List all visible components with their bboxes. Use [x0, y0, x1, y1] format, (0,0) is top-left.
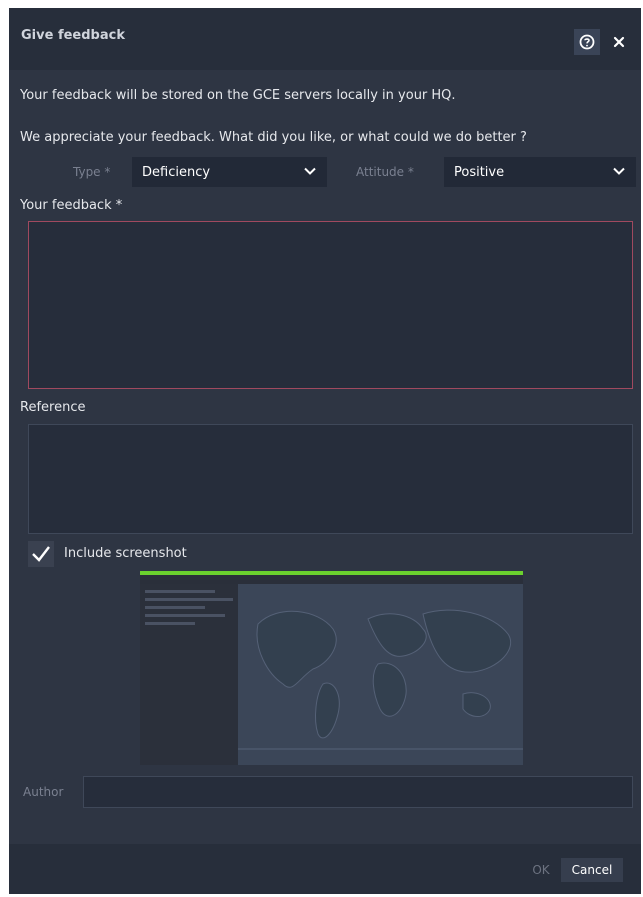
feedback-prompt: We appreciate your feedback. What did yo…: [20, 130, 527, 145]
feedback-label: Your feedback *: [20, 198, 123, 213]
screenshot-preview: [140, 571, 523, 765]
reference-textarea[interactable]: [28, 424, 633, 534]
cancel-button[interactable]: Cancel: [561, 858, 623, 882]
dialog-footer: OK Cancel: [9, 844, 641, 894]
attitude-select[interactable]: Positive: [444, 157, 636, 187]
reference-label: Reference: [20, 400, 86, 415]
chevron-down-icon: [613, 167, 625, 175]
attitude-select-value: Positive: [454, 165, 505, 180]
include-screenshot-checkbox[interactable]: [28, 541, 54, 567]
type-select-value: Deficiency: [142, 165, 211, 180]
close-button[interactable]: [606, 29, 632, 55]
author-label: Author: [23, 785, 64, 799]
checkmark-icon: [32, 546, 50, 562]
storage-notice: Your feedback will be stored on the GCE …: [20, 88, 456, 103]
include-screenshot-label: Include screenshot: [64, 546, 187, 561]
feedback-dialog: Give feedback Your feedback will be stor…: [9, 8, 641, 894]
screenshot-menubar: [140, 575, 523, 584]
dialog-titlebar: Give feedback: [9, 8, 641, 70]
ok-button[interactable]: OK: [528, 858, 554, 882]
close-icon: [613, 36, 625, 48]
type-label: Type *: [73, 165, 111, 179]
help-button[interactable]: [574, 29, 600, 55]
dialog-title: Give feedback: [21, 28, 125, 43]
author-input[interactable]: [83, 776, 633, 808]
screenshot-sidebar: [140, 584, 238, 765]
feedback-textarea[interactable]: [28, 221, 633, 389]
screenshot-world-map: [238, 584, 523, 765]
attitude-label: Attitude *: [356, 165, 414, 179]
type-select[interactable]: Deficiency: [132, 157, 327, 187]
help-circle-icon: [579, 34, 595, 50]
chevron-down-icon: [304, 167, 316, 175]
